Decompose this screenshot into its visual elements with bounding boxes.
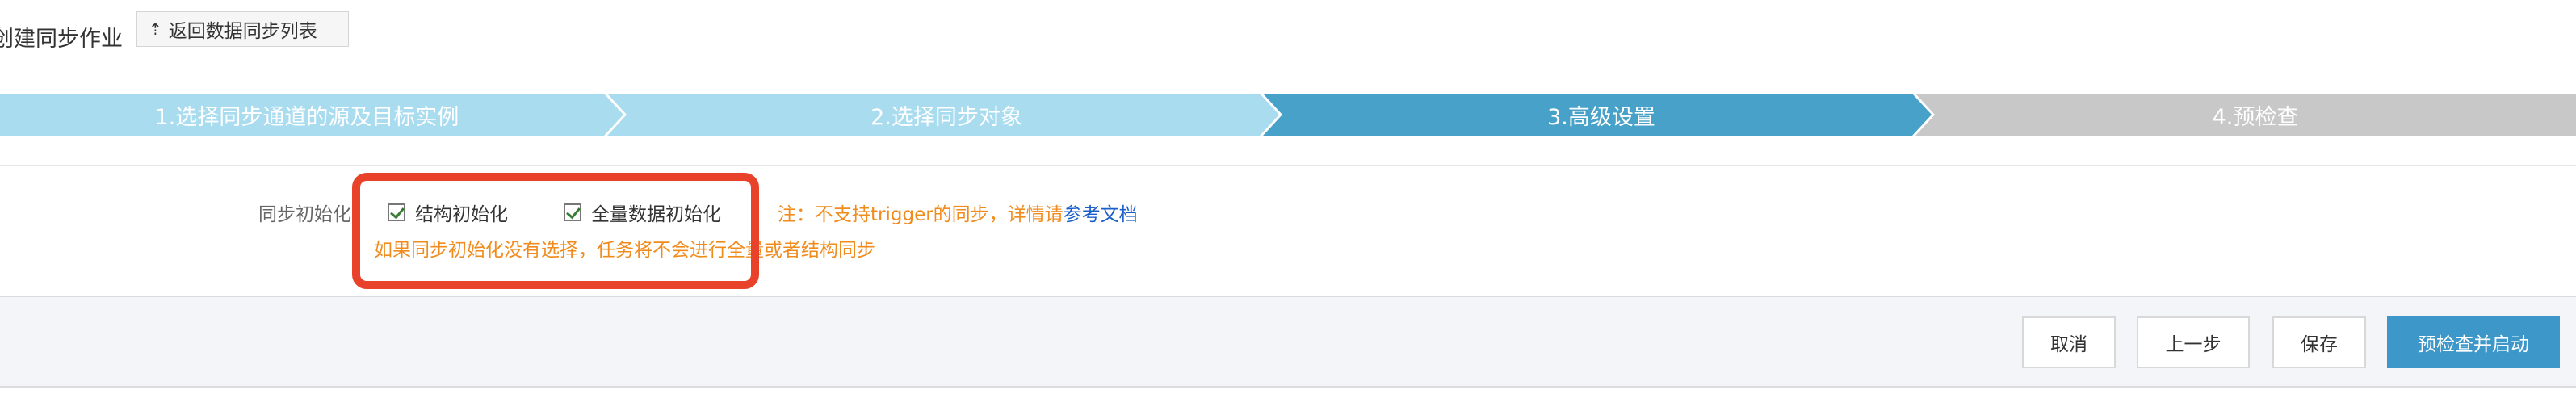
step-3-label: 3.高级设置 (1547, 104, 1655, 130)
back-button-label: 返回数据同步列表 (168, 21, 317, 42)
precheck-and-start-button[interactable]: 预检查并启动 (2387, 316, 2560, 368)
sync-init-label: 同步初始化 (258, 204, 351, 225)
trigger-note-text: 注：不支持trigger的同步，详情请 (778, 204, 1064, 225)
upload-arrow-icon: ⇡ (149, 19, 162, 39)
section-divider (0, 165, 2576, 166)
trigger-note: 注：不支持trigger的同步，详情请参考文档 (778, 199, 1138, 226)
step-1-label: 1.选择同步通道的源及目标实例 (154, 104, 459, 130)
step-2-label: 2.选择同步对象 (871, 104, 1022, 130)
cancel-button[interactable]: 取消 (2022, 316, 2116, 368)
save-button[interactable]: 保存 (2272, 316, 2366, 368)
page-title: 创建同步作业 (0, 27, 123, 52)
back-to-list-button[interactable]: ⇡ 返回数据同步列表 (136, 11, 349, 47)
reference-doc-link[interactable]: 参考文档 (1064, 204, 1138, 225)
highlight-box (352, 173, 759, 289)
step-4-label: 4.预检查 (2212, 104, 2299, 130)
prev-step-button[interactable]: 上一步 (2137, 316, 2250, 368)
